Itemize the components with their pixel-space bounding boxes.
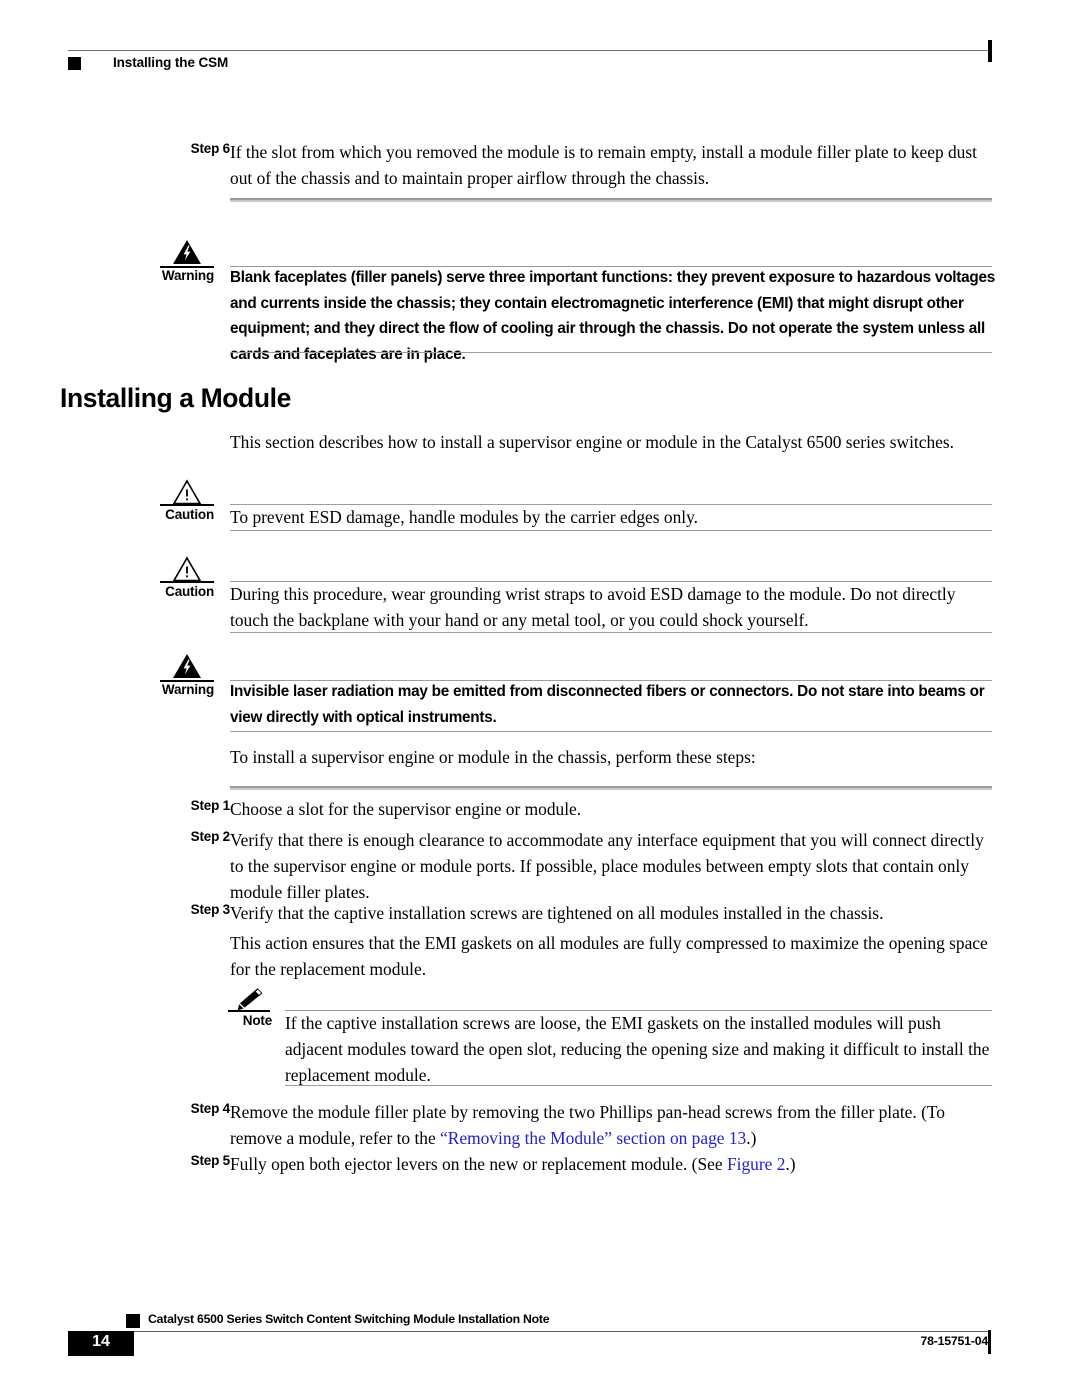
procedure-top-rule [230, 786, 992, 790]
caution-1-label: Caution [165, 507, 214, 522]
step-6-bottom-rule [230, 198, 992, 202]
footer-divider [134, 1331, 990, 1332]
footer-edge-marker [988, 1330, 991, 1354]
step-4-label: Step 4 [190, 1101, 231, 1116]
step-1-text: Choose a slot for the supervisor engine … [230, 799, 582, 819]
step-6-text: If the slot from which you removed the m… [230, 142, 977, 188]
page-number: 14 [92, 1333, 110, 1350]
caution-2-icon-rule [160, 581, 214, 583]
running-head-title: Installing the CSM [113, 55, 229, 70]
step-3-followup-text: This action ensures that the EMI gaskets… [230, 933, 988, 979]
note-pencil-icon [232, 985, 266, 1013]
warning-2-text: Invisible laser radiation may be emitted… [230, 683, 985, 726]
warning-2-label: Warning [161, 682, 214, 697]
step-5-text-before: Fully open both ejector levers on the ne… [230, 1154, 727, 1174]
page-title: Installing a Module [60, 383, 291, 413]
warning-1-bottom-rule [230, 352, 992, 353]
caution-2-text: During this procedure, wear grounding wr… [230, 584, 956, 630]
caution-1-text: To prevent ESD damage, handle modules by… [230, 507, 699, 527]
note-text: If the captive installation screws are l… [285, 1013, 990, 1085]
step-5-text-after: .) [785, 1154, 796, 1174]
black-square-bullet-icon [126, 1314, 140, 1328]
step-5-label: Step 5 [190, 1153, 231, 1168]
step-2-label: Step 2 [190, 829, 231, 844]
step-3-text: Verify that the captive installation scr… [230, 903, 884, 923]
header-edge-marker [988, 40, 992, 62]
step-6-label: Step 6 [190, 141, 231, 156]
caution-1-icon-rule [160, 504, 214, 506]
page-header: Installing the CSM [0, 0, 1080, 96]
removing-the-module-link[interactable]: “Removing the Module” section on page 13 [440, 1128, 746, 1148]
figure-2-link[interactable]: Figure 2 [727, 1154, 785, 1174]
step-2-text: Verify that there is enough clearance to… [230, 830, 984, 902]
black-square-bullet-icon [68, 57, 81, 70]
warning-1-label: Warning [161, 268, 214, 283]
warning-lightning-triangle-icon [170, 652, 204, 680]
warning-lightning-triangle-icon [170, 238, 204, 266]
note-label: Note [242, 1013, 272, 1028]
step-5-text: Fully open both ejector levers on the ne… [230, 1151, 992, 1177]
caution-exclamation-triangle-icon [170, 478, 204, 506]
section-intro-text: This section describes how to install a … [230, 432, 954, 452]
procedure-intro-text: To install a supervisor engine or module… [230, 747, 756, 767]
warning-2-bottom-rule [230, 731, 992, 732]
caution-1-bottom-rule [230, 530, 992, 531]
step-1-label: Step 1 [190, 798, 231, 813]
caution-2-label: Caution [165, 584, 214, 599]
caution-2-bottom-rule [230, 632, 992, 633]
footer-document-number: 78-15751-04 [920, 1334, 988, 1348]
footer-document-title: Catalyst 6500 Series Switch Content Swit… [148, 1312, 550, 1326]
step-4-text-after: .) [746, 1128, 757, 1148]
note-bottom-rule [285, 1085, 992, 1086]
step-3-label: Step 3 [190, 902, 231, 917]
caution-exclamation-triangle-icon [170, 555, 204, 583]
header-divider [68, 50, 990, 51]
step-4-text: Remove the module filler plate by removi… [230, 1099, 992, 1151]
note-icon-rule [228, 1010, 270, 1012]
